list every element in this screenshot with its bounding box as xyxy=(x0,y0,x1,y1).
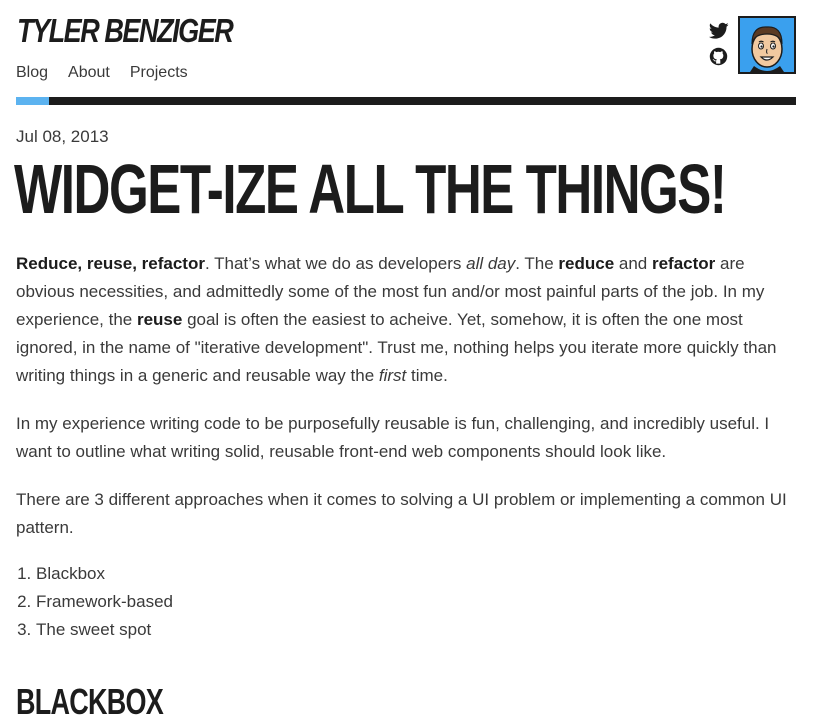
italic-text: first xyxy=(378,366,407,385)
paragraph-text: . That’s what we do as developers xyxy=(204,254,467,273)
github-icon[interactable] xyxy=(709,47,729,67)
bold-text: refactor xyxy=(651,254,716,273)
avatar[interactable] xyxy=(738,16,796,74)
paragraph-text: time. xyxy=(406,366,448,385)
nav-projects-link[interactable]: Projects xyxy=(130,63,188,83)
twitter-icon[interactable] xyxy=(708,22,729,42)
post-title: WIDGET-IZE ALL THE THINGS! xyxy=(14,150,727,228)
nav-about-link[interactable]: About xyxy=(68,63,110,83)
main-nav: Blog About Projects xyxy=(16,63,188,83)
section-heading: BLACKBOX xyxy=(16,681,164,722)
header-divider-accent xyxy=(16,97,49,105)
site-title[interactable]: TYLER BENZIGER xyxy=(17,12,234,50)
bold-text: reduce xyxy=(558,254,615,273)
post-paragraph: In my experience writing code to be purp… xyxy=(16,414,770,461)
paragraph-text: . The xyxy=(515,254,559,273)
post-paragraph: Reduce, reuse, refactor. That’s what we … xyxy=(16,250,796,390)
post-date: Jul 08, 2013 xyxy=(16,127,109,146)
avatar-face-icon xyxy=(740,18,794,72)
social-links xyxy=(708,22,731,72)
bold-text: reuse xyxy=(136,310,183,329)
list-item: Blackbox xyxy=(36,560,796,588)
bold-text: Reduce, reuse, refactor xyxy=(16,254,205,273)
list-item: The sweet spot xyxy=(36,616,796,644)
post-paragraph: There are 3 different approaches when it… xyxy=(16,490,787,537)
list-item: Framework-based xyxy=(36,588,796,616)
paragraph-text: and xyxy=(614,254,652,273)
post-content: Reduce, reuse, refactor. That’s what we … xyxy=(16,250,796,644)
approaches-list: Blackbox Framework-based The sweet spot xyxy=(16,560,796,644)
nav-blog-link[interactable]: Blog xyxy=(16,63,48,83)
header-divider xyxy=(16,97,796,105)
italic-text: all day xyxy=(466,254,516,273)
